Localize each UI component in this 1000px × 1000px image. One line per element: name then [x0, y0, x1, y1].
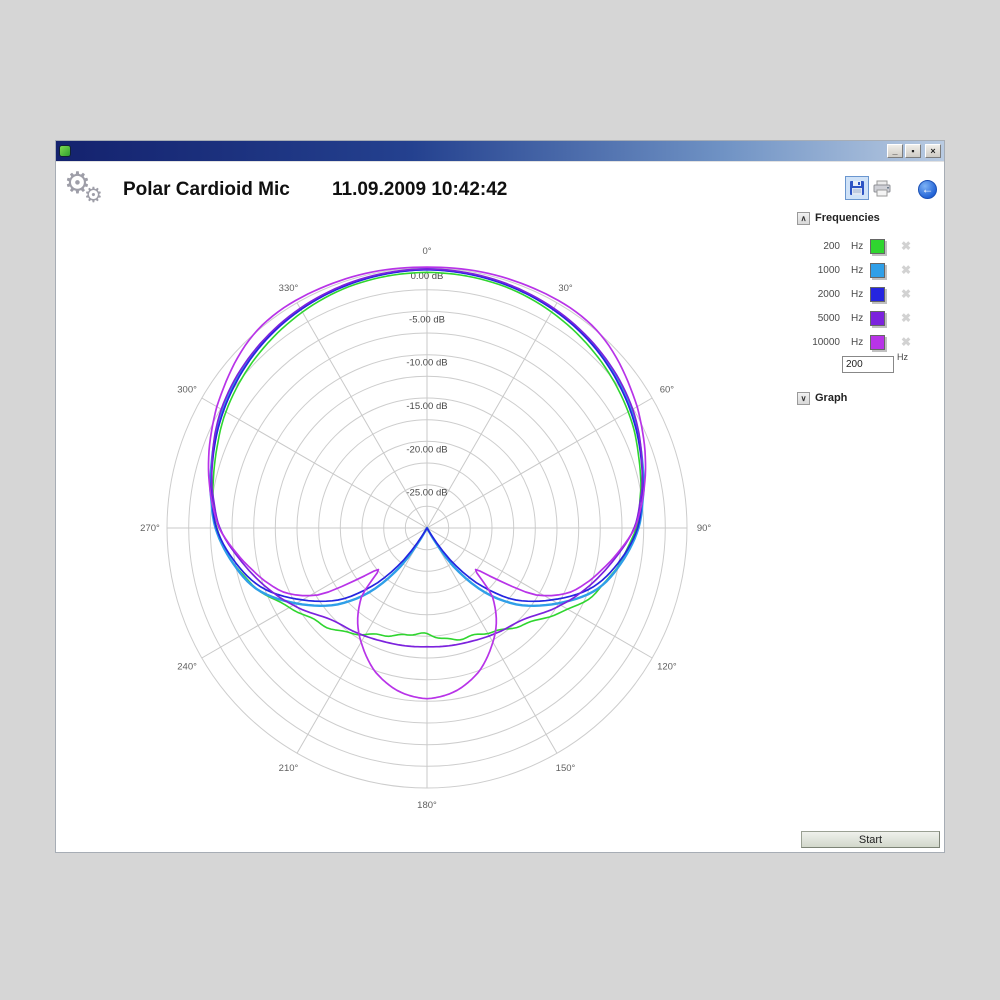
svg-text:180°: 180°: [417, 800, 437, 811]
frequency-unit: Hz: [851, 241, 863, 252]
svg-text:-5.00 dB: -5.00 dB: [409, 314, 445, 325]
delete-frequency-icon[interactable]: ✖: [901, 312, 911, 325]
graph-section-label: Graph: [815, 392, 847, 404]
delete-frequency-icon[interactable]: ✖: [901, 264, 911, 277]
color-swatch[interactable]: [870, 239, 885, 254]
delete-frequency-icon[interactable]: ✖: [901, 336, 911, 349]
frequencies-collapse-button[interactable]: ∧: [797, 212, 810, 225]
svg-text:-20.00 dB: -20.00 dB: [406, 444, 447, 455]
app-window: _ ▪ × ⚙ ⚙ Polar Cardioid Mic 11.09.2009 …: [55, 140, 945, 853]
color-swatch[interactable]: [870, 311, 885, 326]
svg-text:120°: 120°: [657, 662, 677, 673]
input-unit-label: Hz: [897, 352, 908, 362]
frequency-value: 5000: [800, 313, 840, 324]
close-button[interactable]: ×: [925, 144, 941, 158]
svg-text:210°: 210°: [279, 763, 299, 774]
svg-text:60°: 60°: [660, 385, 675, 396]
restore-button[interactable]: ▪: [905, 144, 921, 158]
minimize-button[interactable]: _: [887, 144, 903, 158]
start-button[interactable]: Start: [801, 831, 940, 848]
svg-text:300°: 300°: [177, 385, 197, 396]
frequency-unit: Hz: [851, 313, 863, 324]
frequencies-section-label: Frequencies: [815, 212, 880, 224]
app-icon: [60, 146, 70, 156]
delete-frequency-icon[interactable]: ✖: [901, 240, 911, 253]
color-swatch[interactable]: [870, 335, 885, 350]
svg-text:30°: 30°: [558, 283, 573, 294]
svg-text:-15.00 dB: -15.00 dB: [406, 401, 447, 412]
graph-expand-button[interactable]: ∨: [797, 392, 810, 405]
new-frequency-input[interactable]: [842, 356, 894, 373]
frequency-value: 2000: [800, 289, 840, 300]
svg-text:150°: 150°: [556, 763, 576, 774]
frequency-value: 10000: [800, 337, 840, 348]
frequency-unit: Hz: [851, 289, 863, 300]
delete-frequency-icon[interactable]: ✖: [901, 288, 911, 301]
svg-text:90°: 90°: [697, 523, 712, 534]
frequency-unit: Hz: [851, 337, 863, 348]
svg-text:270°: 270°: [140, 523, 160, 534]
frequency-unit: Hz: [851, 265, 863, 276]
frequency-value: 1000: [800, 265, 840, 276]
svg-text:-10.00 dB: -10.00 dB: [406, 358, 447, 369]
svg-text:-25.00 dB: -25.00 dB: [406, 488, 447, 499]
svg-text:0°: 0°: [422, 246, 431, 257]
svg-text:240°: 240°: [177, 662, 197, 673]
color-swatch[interactable]: [870, 287, 885, 302]
frequency-value: 200: [800, 241, 840, 252]
color-swatch[interactable]: [870, 263, 885, 278]
titlebar[interactable]: _ ▪ ×: [56, 141, 944, 162]
svg-text:330°: 330°: [279, 283, 299, 294]
